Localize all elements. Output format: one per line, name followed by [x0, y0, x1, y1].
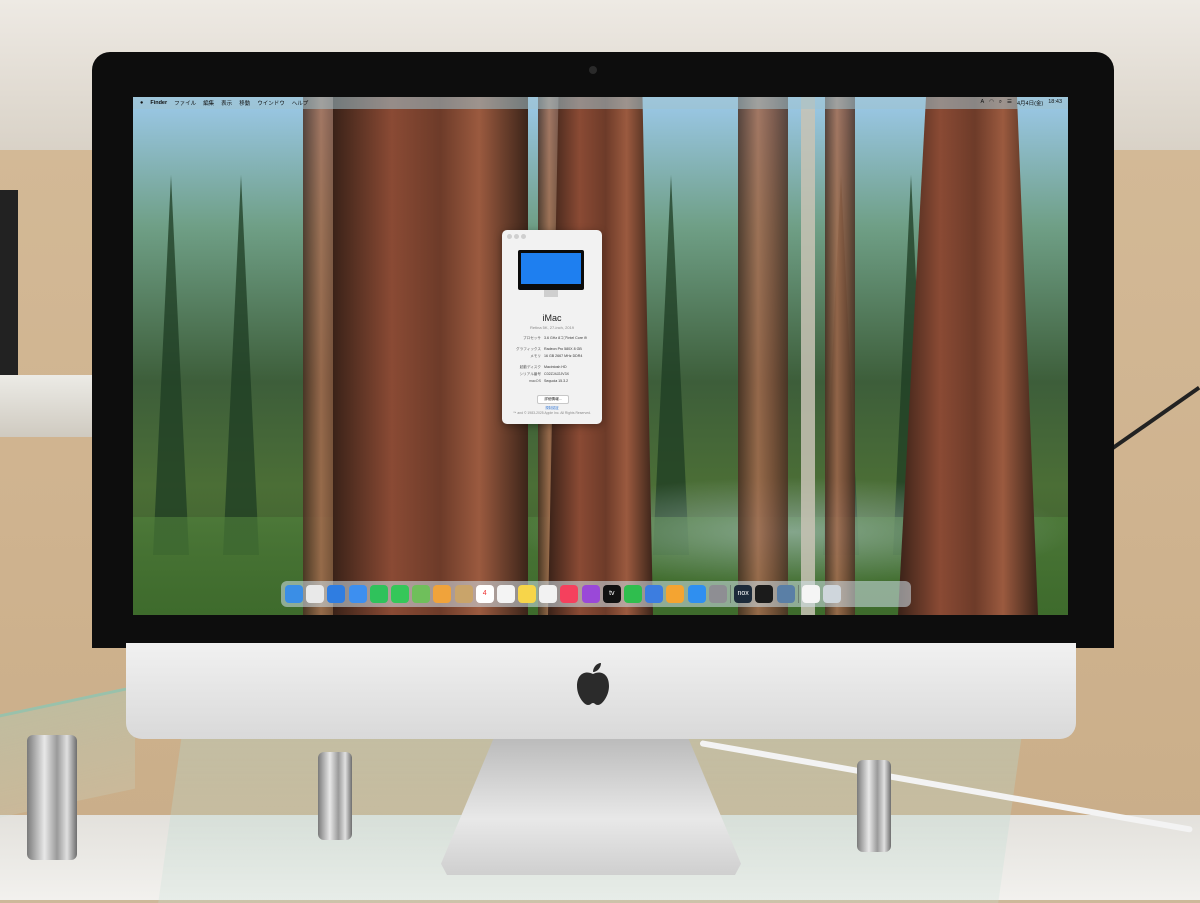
- numbers-icon[interactable]: [624, 585, 642, 603]
- tree-trunk: [825, 97, 855, 615]
- messages-icon[interactable]: [390, 585, 409, 603]
- apple-logo-icon: [577, 663, 609, 705]
- appstore-icon[interactable]: [687, 585, 706, 603]
- search-icon[interactable]: ⌕: [999, 99, 1002, 107]
- menu-item-view[interactable]: 表示: [221, 99, 232, 107]
- more-info-button[interactable]: 詳細情報...: [537, 395, 569, 404]
- document-icon[interactable]: [801, 585, 820, 603]
- nox-icon[interactable]: nox: [734, 585, 753, 603]
- menu-item-help[interactable]: ヘルプ: [292, 99, 309, 107]
- trash-icon[interactable]: [823, 585, 842, 603]
- menu-bar: ● Finder ファイル 編集 表示 移動 ウインドウ ヘルプ A ◠ ⌕ ☰…: [133, 97, 1068, 109]
- glass-post: [318, 752, 352, 840]
- menu-item-go[interactable]: 移動: [239, 99, 250, 107]
- wifi-icon[interactable]: ◠: [989, 99, 994, 107]
- contacts-icon[interactable]: [454, 585, 473, 603]
- launchpad-icon[interactable]: [306, 585, 325, 603]
- about-footer: 規制認証 ™ and © 1983-2025 Apple Inc. All Ri…: [502, 406, 602, 415]
- apple-menu-icon[interactable]: ●: [140, 100, 143, 106]
- sequoia-trunk: [333, 97, 528, 615]
- model-detail: Retina 5K, 27-inch, 2019: [529, 325, 575, 330]
- facetime-icon[interactable]: [369, 585, 388, 603]
- spec-row: macOS Sequoia 15.3.2: [529, 379, 569, 383]
- copyright: ™ and © 1983-2025 Apple Inc. All Rights …: [513, 410, 591, 415]
- dock-separator: [797, 585, 799, 603]
- control-center-icon[interactable]: ☰: [1007, 99, 1012, 107]
- camera: [589, 66, 597, 74]
- mail-icon[interactable]: [348, 585, 367, 603]
- maps-icon[interactable]: [412, 585, 431, 603]
- imac-illustration-icon: [518, 250, 584, 297]
- menu-item-file[interactable]: ファイル: [174, 99, 196, 107]
- menu-clock[interactable]: 18:43: [1048, 99, 1062, 107]
- desktop-screen: ● Finder ファイル 編集 表示 移動 ウインドウ ヘルプ A ◠ ⌕ ☰…: [133, 97, 1068, 615]
- tree-trunk: [738, 97, 788, 615]
- spec-row: シリアル番号 C02ZJ4J2JV3X: [519, 372, 569, 376]
- zoom-button[interactable]: [521, 234, 526, 239]
- glass-post: [27, 735, 77, 860]
- settings-icon[interactable]: [708, 585, 727, 603]
- menu-item-finder[interactable]: Finder: [150, 100, 167, 106]
- pine-tree: [223, 175, 259, 555]
- spec-row: プロセッサ 3.6 GHz 8コアIntel Core i9: [523, 336, 587, 340]
- minimize-button[interactable]: [514, 234, 519, 239]
- pages-icon[interactable]: [666, 585, 685, 603]
- model-name: iMac: [542, 313, 562, 323]
- spec-row: メモリ 16 GB 2667 MHz DDR4: [530, 354, 583, 358]
- safari-icon[interactable]: [327, 585, 346, 603]
- freeform-icon[interactable]: [539, 585, 558, 603]
- dock-separator: [729, 585, 731, 603]
- terminal-icon[interactable]: [755, 585, 774, 603]
- reminders-icon[interactable]: [496, 585, 515, 603]
- glass-post: [857, 760, 891, 852]
- pine-tree: [153, 175, 189, 555]
- close-button[interactable]: [507, 234, 512, 239]
- menu-date[interactable]: 4月4日(金): [1017, 99, 1043, 107]
- spec-row: グラフィックス Radeon Pro 580X 8 GB: [516, 347, 582, 351]
- screen-app-icon[interactable]: [776, 585, 795, 603]
- menu-item-window[interactable]: ウインドウ: [257, 99, 285, 107]
- calendar-icon[interactable]: 4: [475, 585, 494, 603]
- status-area: A ◠ ⌕ ☰ 4月4日(金) 18:43: [980, 99, 1068, 107]
- photos-icon[interactable]: [433, 585, 452, 603]
- keynote-icon[interactable]: [645, 585, 664, 603]
- podcasts-icon[interactable]: [581, 585, 600, 603]
- finder-icon[interactable]: [285, 585, 303, 603]
- music-icon[interactable]: [560, 585, 579, 603]
- left-shelf: [0, 375, 105, 437]
- dock: 4 tv nox: [281, 581, 911, 607]
- tree-trunk: [801, 97, 815, 615]
- spec-row: 起動ディスク Macintosh HD: [519, 365, 567, 369]
- input-source-icon[interactable]: A: [980, 99, 984, 107]
- menu-item-edit[interactable]: 編集: [203, 99, 214, 107]
- about-this-mac-window: iMac Retina 5K, 27-inch, 2019 プロセッサ 3.6 G…: [502, 230, 602, 424]
- tv-icon[interactable]: tv: [602, 585, 621, 603]
- notes-icon[interactable]: [518, 585, 537, 603]
- speaker: [0, 190, 18, 375]
